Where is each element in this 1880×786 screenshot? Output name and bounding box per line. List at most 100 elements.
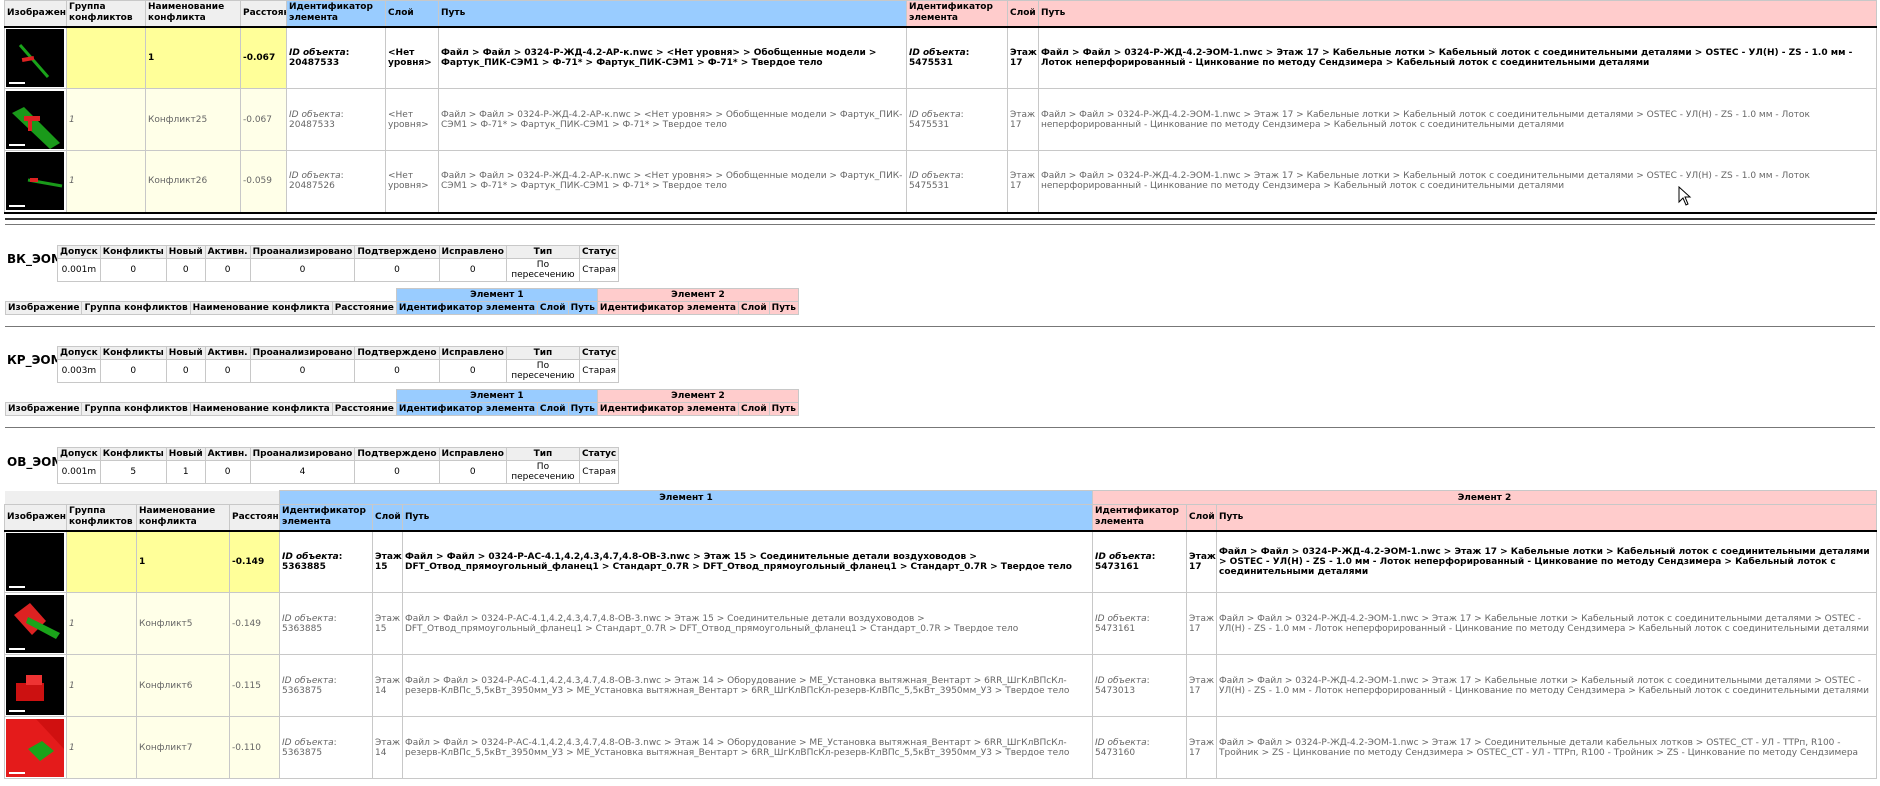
id2-cell: ID объекта: 5473161 xyxy=(1092,592,1187,655)
distance-cell: -0.149 xyxy=(229,592,280,655)
col-group: Группа конфликтов xyxy=(66,0,146,27)
table-row[interactable]: 1 Конфликт6 -0.115 ID объекта: 5363875 Э… xyxy=(4,654,1877,717)
clash-render-icon xyxy=(14,602,60,639)
col-layer1: Слой xyxy=(536,301,569,315)
name-cell: Конфликт6 xyxy=(136,654,230,717)
group-value: 1 xyxy=(69,176,75,187)
table-row[interactable]: 1 Конфликт5 -0.149 ID объекта: 5363885 Э… xyxy=(4,592,1877,655)
distance-cell: -0.115 xyxy=(229,654,280,717)
id-label: ID объекта xyxy=(289,171,341,182)
table-row[interactable]: 1 Конфликт26 -0.059 ID объекта: 20487526… xyxy=(4,150,1877,213)
stat-conflicts: 5 xyxy=(99,460,167,484)
thumbnail[interactable] xyxy=(4,592,67,655)
path2-cell: Файл > Файл > 0324-Р-ЖД-4.2-ЭОМ-1.nwc > … xyxy=(1038,150,1877,213)
clash-image xyxy=(6,532,64,591)
col-layer1: Слой xyxy=(385,0,439,27)
id-label: ID объекта xyxy=(1095,613,1147,624)
stat-resolved: 0 xyxy=(438,460,507,484)
element2-group: Элемент 2 xyxy=(1092,490,1877,505)
id2-value: 5475531 xyxy=(909,181,950,192)
thumbnail[interactable] xyxy=(4,716,67,779)
clash-image xyxy=(6,594,64,653)
clash-render-icon xyxy=(18,43,50,78)
col-layer2: Слой xyxy=(737,301,770,315)
stats-col-reviewed: Проанализировано xyxy=(249,245,356,259)
col-id1: Идентификатор элемента xyxy=(395,402,538,416)
col-path1: Путь xyxy=(438,0,907,27)
layer2-cell: Этаж 17 xyxy=(1186,592,1217,655)
group-cell: 1 xyxy=(66,654,137,717)
stat-reviewed: 0 xyxy=(249,359,356,383)
col-id1: Идентификатор элемента xyxy=(286,0,386,27)
col-image: Изображение xyxy=(4,0,67,27)
col-path1: Путь xyxy=(567,402,598,416)
id1-value: 5363875 xyxy=(282,747,323,758)
col-id1: Идентификатор элемента xyxy=(395,301,538,315)
table-row[interactable]: 1 -0.149 ID объекта: 5363885 Этаж 15 Фай… xyxy=(4,530,1877,593)
col-image: Изображение xyxy=(4,402,83,416)
stats-col-active: Активн. xyxy=(204,447,251,461)
top-conflict-table: Изображение Группа конфликтов Наименован… xyxy=(4,0,1877,214)
thumbnail[interactable] xyxy=(4,26,67,89)
stats-col-approved: Подтверждено xyxy=(354,245,440,259)
col-path1: Путь xyxy=(402,504,1093,531)
distance-cell: -0.110 xyxy=(229,716,280,779)
stat-approved: 0 xyxy=(354,359,440,383)
stats-header-row: Допуск Конфликты Новый Активн. Проанализ… xyxy=(57,245,620,259)
stats-header-row: Допуск Конфликты Новый Активн. Проанализ… xyxy=(57,346,620,360)
stats-col-approved: Подтверждено xyxy=(354,346,440,360)
stat-new: 0 xyxy=(165,359,206,383)
empty-conflict-table-kr-eom: Элемент 1 Элемент 2 Изображение Группа к… xyxy=(4,389,799,416)
col-layer2: Слой xyxy=(737,402,770,416)
id-label: ID объекта xyxy=(282,675,334,686)
thumbnail[interactable] xyxy=(4,88,67,151)
stats-table-vk-eom: Допуск Конфликты Новый Активн. Проанализ… xyxy=(57,245,620,282)
path2-cell: Файл > Файл > 0324-Р-ЖД-4.2-ЭОМ-1.nwc > … xyxy=(1216,716,1877,779)
table-header-row: Изображение Группа конфликтов Наименован… xyxy=(4,0,1877,27)
col-name: Наименование конфликта xyxy=(189,402,333,416)
distance-cell: -0.067 xyxy=(240,88,287,151)
group-value: 1 xyxy=(69,114,75,125)
stats-col-active: Активн. xyxy=(204,346,251,360)
stats-col-reviewed: Проанализировано xyxy=(249,346,356,360)
path2-cell: Файл > Файл > 0324-Р-ЖД-4.2-ЭОМ-1.nwc > … xyxy=(1216,592,1877,655)
col-name: Наименование конфликта xyxy=(145,0,241,27)
col-layer2: Слой xyxy=(1186,504,1217,531)
layer1-cell: Этаж 15 xyxy=(372,530,403,593)
path1-cell: Файл > Файл > 0324-Р-ЖД-4.2-АР-к.nwc > <… xyxy=(438,88,907,151)
clash-render-icon xyxy=(16,674,44,701)
stat-tolerance: 0.001m xyxy=(57,460,101,484)
table-row[interactable]: 1 Конфликт7 -0.110 ID объекта: 5363875 Э… xyxy=(4,716,1877,779)
thumbnail[interactable] xyxy=(4,530,67,593)
col-path2: Путь xyxy=(768,301,799,315)
table-row[interactable]: 1 -0.067 ID объекта: 20487533 <Нет уровн… xyxy=(4,26,1877,89)
stat-status: Старая xyxy=(578,258,620,282)
thumbnail[interactable] xyxy=(4,654,67,717)
stats-value-row: 0.001m 0 0 0 0 0 0 По пересечению Старая xyxy=(57,258,620,282)
stats-col-type: Тип xyxy=(505,346,580,360)
col-path2: Путь xyxy=(1038,0,1877,27)
id2-cell: ID объекта: 5475531 xyxy=(906,88,1008,151)
distance-cell: -0.059 xyxy=(240,150,287,213)
layer2-cell: Этаж 17 xyxy=(1186,654,1217,717)
id2-value: 5475531 xyxy=(909,57,953,68)
stats-col-active: Активн. xyxy=(204,245,251,259)
path1-cell: Файл > Файл > 0324-Р-АС-4.1,4.2,4.3,4.7,… xyxy=(402,592,1093,655)
path1-cell: Файл > Файл > 0324-Р-АС-4.1,4.2,4.3,4.7,… xyxy=(402,716,1093,779)
id1-cell: ID объекта: 5363885 xyxy=(279,530,373,593)
table-row[interactable]: 1 Конфликт25 -0.067 ID объекта: 20487533… xyxy=(4,88,1877,151)
path2-cell: Файл > Файл > 0324-Р-ЖД-4.2-ЭОМ-1.nwc > … xyxy=(1038,26,1877,89)
id1-cell: ID объекта: 5363875 xyxy=(279,654,373,717)
element2-group: Элемент 2 xyxy=(596,389,799,403)
section-divider xyxy=(5,224,1875,225)
clash-render-icon xyxy=(12,106,60,149)
col-image: Изображение xyxy=(4,504,67,531)
layer2-cell: Этаж 17 xyxy=(1186,716,1217,779)
stats-col-type: Тип xyxy=(505,447,580,461)
thumbnail[interactable] xyxy=(4,150,67,213)
stat-active: 0 xyxy=(204,460,251,484)
col-path2: Путь xyxy=(1216,504,1877,531)
stat-type: По пересечению xyxy=(505,258,580,282)
stat-reviewed: 4 xyxy=(249,460,356,484)
layer1-cell: Этаж 14 xyxy=(372,654,403,717)
